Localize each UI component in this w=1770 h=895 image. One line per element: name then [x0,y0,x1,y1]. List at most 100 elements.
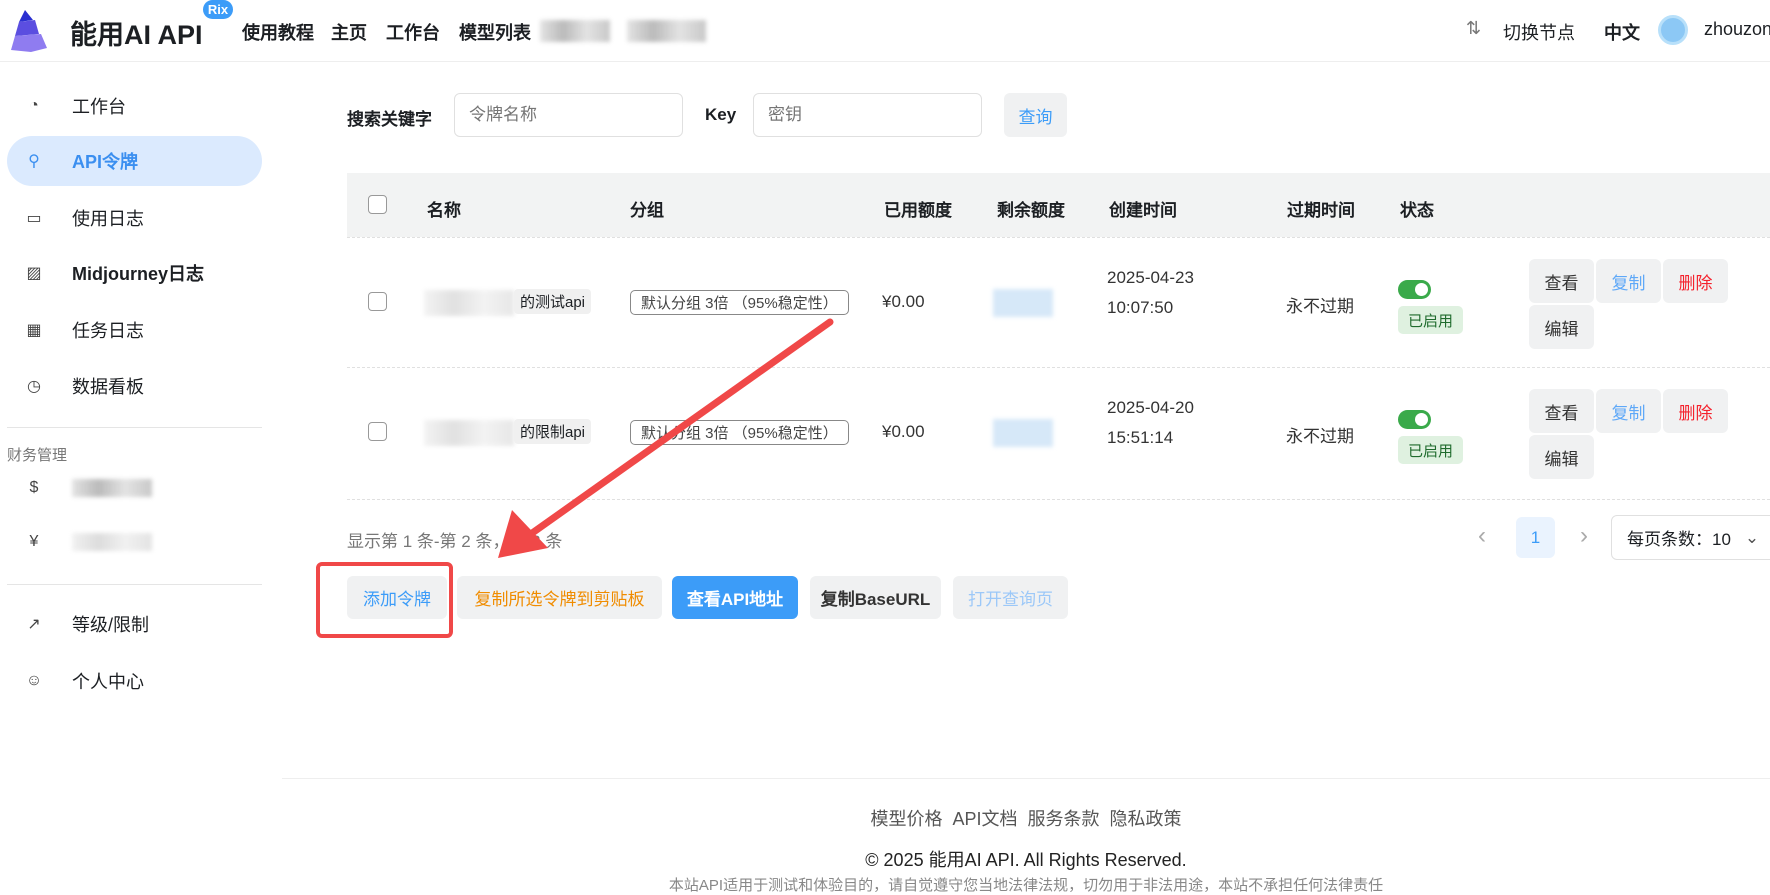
prev-page-icon[interactable]: ‹ [1478,522,1486,550]
created-date: 2025-04-23 [1107,268,1194,287]
nav-tutorial[interactable]: 使用教程 [242,19,314,45]
sidebar-item-dashboard[interactable]: ◷ 数据看板 [7,361,262,411]
sidebar-item-workspace[interactable]: ◔ 工作台 [7,81,262,131]
sidebar-item-finance-2[interactable]: ¥ [7,517,262,567]
nav-home[interactable]: 主页 [331,19,367,45]
footer-link-privacy[interactable]: 隐私政策 [1110,809,1182,829]
sidebar-item-label: 工作台 [72,97,126,117]
row-checkbox[interactable] [368,422,387,441]
sidebar-item-label: 使用日志 [72,209,144,229]
blurred-remaining-quota [993,289,1053,317]
copy-base-url-button[interactable]: 复制BaseURL [810,576,941,619]
col-used: 已用额度 [884,201,952,220]
created-time: 15:51:14 [1107,428,1174,447]
sidebar-item-label: API令牌 [72,152,139,172]
status-badge: 已启用 [1398,436,1463,464]
row-divider [347,237,1770,238]
yen-icon: ¥ [29,533,39,550]
nav-workspace[interactable]: 工作台 [386,19,440,45]
copyright: © 2025 能用AI API. All Rights Reserved. [865,850,1187,870]
page-size-value: 每页条数：10 [1627,530,1731,549]
divider [7,427,262,428]
delete-button[interactable]: 删除 [1663,259,1728,303]
keyword-label: 搜索关键字 [347,110,432,129]
row-checkbox[interactable] [368,292,387,311]
blurred-remaining-quota [993,419,1053,447]
open-query-page-button[interactable]: 打开查询页 [953,576,1068,619]
token-name: 的限制api [514,419,592,444]
status-toggle[interactable] [1398,280,1431,299]
user-icon: ☺ [25,672,43,689]
sidebar-item-api-tokens[interactable]: ⚲ API令牌 [7,136,262,186]
footer-links: 模型价格 API文档 服务条款 隐私政策 [282,805,1770,831]
query-button[interactable]: 查询 [1004,93,1067,137]
col-created: 创建时间 [1109,201,1177,220]
pie-chart-icon: ◷ [27,378,41,395]
col-name: 名称 [427,201,461,220]
key-input[interactable] [753,93,982,137]
expire-time: 永不过期 [1286,427,1354,446]
page-size-select[interactable]: 每页条数：10 ⌄ [1611,515,1770,560]
username[interactable]: zhouzon [1704,19,1770,40]
sidebar-item-usage-log[interactable]: ▭ 使用日志 [7,193,262,243]
sidebar-item-level-limit[interactable]: ↗ 等级/限制 [7,599,262,649]
avatar[interactable] [1658,15,1688,45]
nav-models[interactable]: 模型列表 [459,19,531,45]
dashboard-icon: ◔ [29,97,39,114]
footer-divider [282,778,1770,779]
select-all-checkbox[interactable] [368,195,387,214]
sidebar-item-finance-1[interactable]: $ [7,463,262,513]
view-button[interactable]: 查看 [1529,389,1594,433]
copy-selected-button[interactable]: 复制所选令牌到剪贴板 [457,576,662,619]
footer-link-api-docs[interactable]: API文档 [952,809,1017,829]
copy-button[interactable]: 复制 [1596,389,1661,433]
log-icon: ▭ [26,210,42,227]
row-divider [347,499,1770,500]
blurred-label [72,533,152,551]
col-group: 分组 [630,201,664,220]
sidebar-item-label: 任务日志 [72,321,144,341]
edit-button[interactable]: 编辑 [1529,305,1594,349]
sidebar-item-midjourney-log[interactable]: ▨ Midjourney日志 [7,248,262,298]
sidebar-item-label: 个人中心 [72,672,144,692]
disclaimer: 本站API适用于测试和体验目的，请自觉遵守您当地法律法规，切勿用于非法用途，本站… [668,877,1384,894]
status-badge: 已启用 [1398,306,1463,334]
footer-link-pricing[interactable]: 模型价格 [870,809,942,829]
col-expire: 过期时间 [1287,201,1355,220]
footer-link-terms[interactable]: 服务条款 [1028,809,1100,829]
view-api-address-button[interactable]: 查看API地址 [672,576,798,619]
expire-time: 永不过期 [1286,297,1354,316]
top-header: 能用AI API Rix 使用教程 主页 工作台 模型列表 ⇅ 切换节点 中文 … [0,0,1770,62]
sidebar: ◔ 工作台 ⚲ API令牌 ▭ 使用日志 ▨ Midjourney日志 ▦ 任务日志 ◷ 数… [0,62,277,884]
token-name-input[interactable] [454,93,683,137]
sidebar-item-task-log[interactable]: ▦ 任务日志 [7,305,262,355]
trend-icon: ↗ [27,616,41,633]
switch-node-button[interactable]: 切换节点 [1503,19,1575,45]
pagination-summary: 显示第 1 条-第 2 条，共 2 条 [347,532,563,551]
edit-button[interactable]: 编辑 [1529,435,1594,479]
annotation-highlight-box [316,562,453,638]
delete-button[interactable]: 删除 [1663,389,1728,433]
brand-name[interactable]: 能用AI API [70,13,203,52]
chevron-down-icon: ⌄ [1744,527,1760,547]
copy-button[interactable]: 复制 [1596,259,1661,303]
dollar-icon: $ [29,479,39,496]
switch-icon[interactable]: ⇅ [1466,18,1481,39]
blurred-nav-item[interactable] [627,20,706,42]
logo-icon [11,10,47,52]
next-page-icon[interactable]: › [1580,522,1588,550]
col-status: 状态 [1400,201,1434,220]
blurred-label [72,479,152,497]
version-badge: Rix [203,0,233,19]
sidebar-item-profile[interactable]: ☺ 个人中心 [7,656,262,706]
view-button[interactable]: 查看 [1529,259,1594,303]
page-1-button[interactable]: 1 [1516,517,1555,558]
created-date: 2025-04-20 [1107,398,1194,417]
key-icon: ⚲ [28,153,40,170]
status-toggle[interactable] [1398,410,1431,429]
divider [7,584,262,585]
used-quota: ¥0.00 [882,422,925,441]
language-button[interactable]: 中文 [1604,19,1640,45]
sidebar-item-label: 等级/限制 [72,615,150,635]
blurred-nav-item[interactable] [540,20,610,42]
